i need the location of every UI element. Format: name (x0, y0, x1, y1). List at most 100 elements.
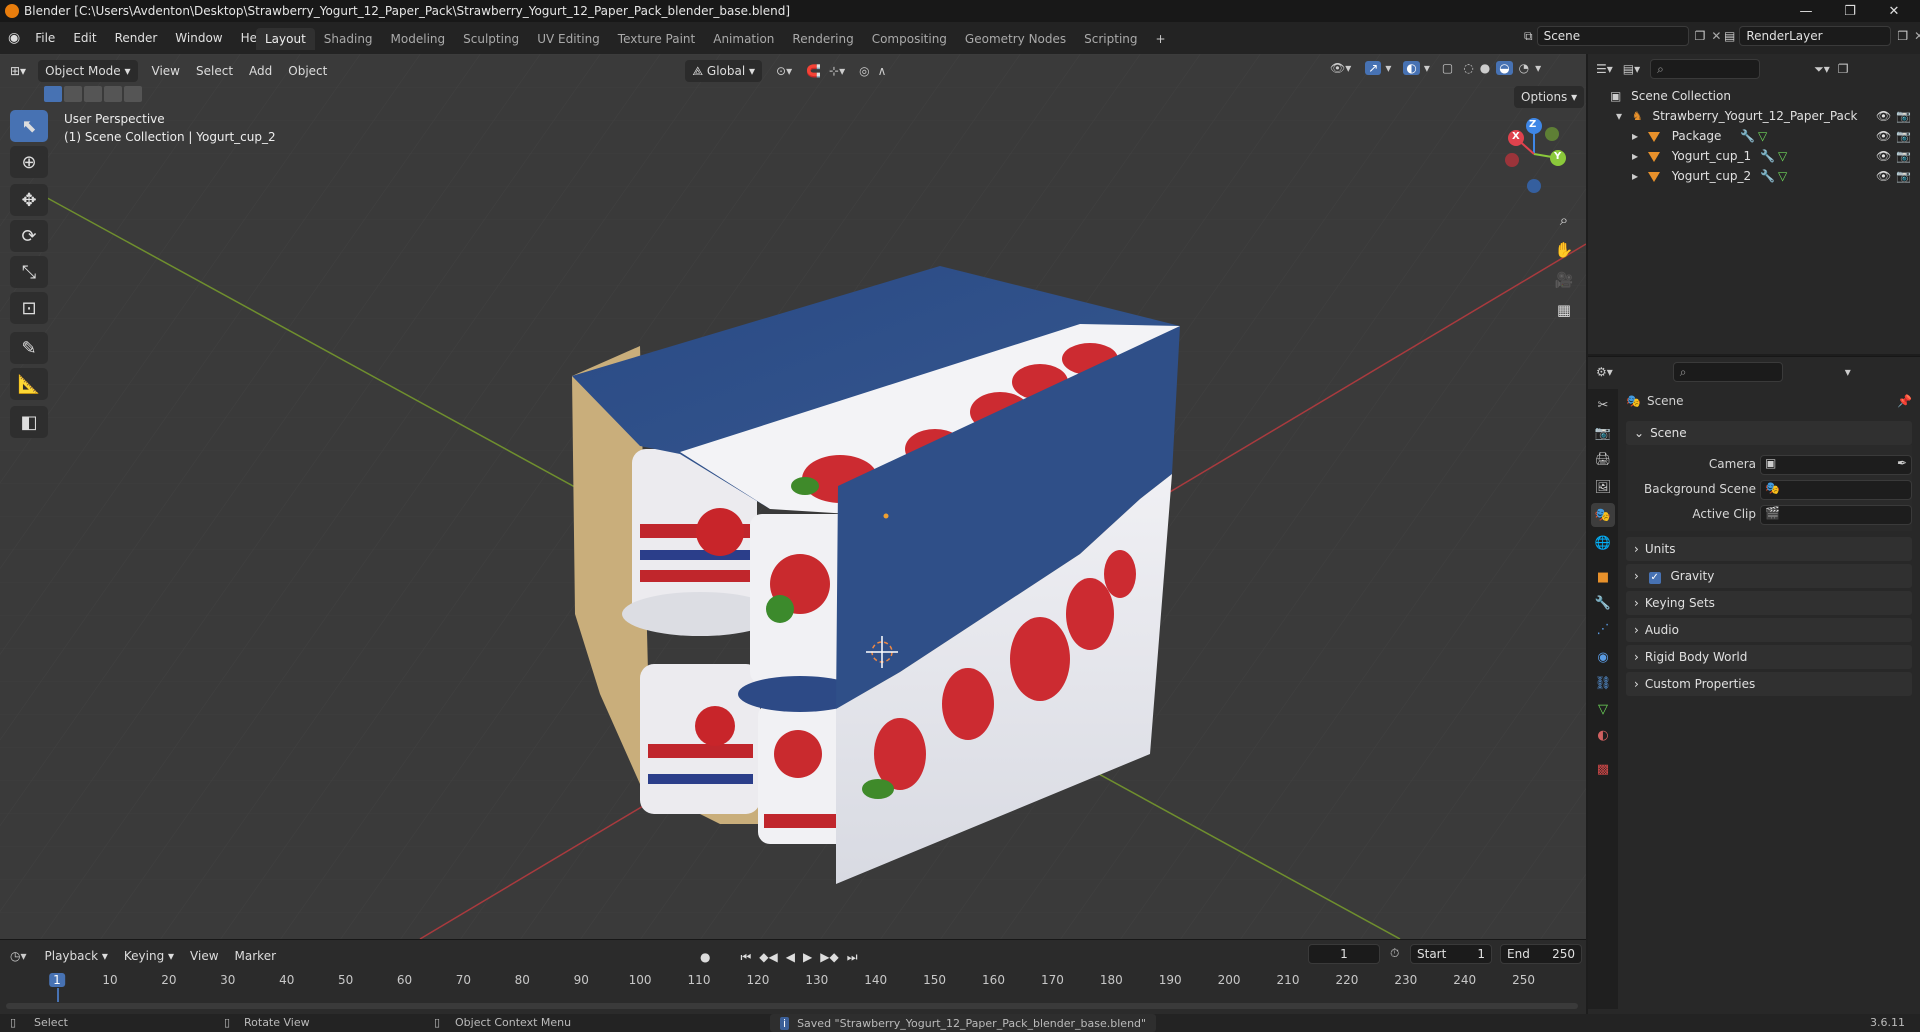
constraints-tab-icon[interactable]: ⛓ (1591, 671, 1615, 695)
modifier-wrench-icon[interactable]: 🔧 (1760, 146, 1775, 166)
wireframe-shading-icon[interactable]: ◌ (1463, 61, 1473, 75)
menu-render[interactable]: Render (106, 27, 167, 49)
measure-tool[interactable]: 📐 (10, 368, 48, 400)
new-scene-icon[interactable]: ❐ (1695, 29, 1706, 43)
units-panel-header[interactable]: › Units (1626, 537, 1912, 561)
viewport-menu-select[interactable]: Select (188, 60, 241, 82)
gravity-panel-header[interactable]: › ✓ Gravity (1626, 564, 1912, 588)
render-camera-icon[interactable]: 📷 (1896, 166, 1911, 186)
world-tab-icon[interactable]: 🌐 (1591, 531, 1615, 555)
display-mode-icon[interactable]: ▤▾ (1623, 62, 1640, 76)
gravity-checkbox[interactable]: ✓ (1648, 572, 1661, 584)
tab-modeling[interactable]: Modeling (382, 28, 455, 50)
tab-uv-editing[interactable]: UV Editing (528, 28, 609, 50)
properties-editor-type-icon[interactable]: ⚙▾ (1596, 365, 1613, 379)
move-tool[interactable]: ✥ (10, 184, 48, 216)
tab-animation[interactable]: Animation (704, 28, 783, 50)
viewport-menu-object[interactable]: Object (280, 60, 335, 82)
tool-tab-icon[interactable]: ✂ (1591, 393, 1615, 417)
add-cube-tool[interactable]: ◧ (10, 406, 48, 438)
xray-icon[interactable]: ▢ (1442, 61, 1453, 75)
blender-menu-icon[interactable]: ◉ (8, 30, 20, 46)
mode-dropdown[interactable]: Object Mode ▾ (38, 60, 138, 82)
render-tab-icon[interactable]: 📷 (1591, 421, 1615, 445)
menu-edit[interactable]: Edit (64, 27, 105, 49)
tab-geometry-nodes[interactable]: Geometry Nodes (956, 28, 1075, 50)
delete-render-layer-icon[interactable]: ✕ (1914, 29, 1920, 43)
tab-scripting[interactable]: Scripting (1075, 28, 1146, 50)
audio-panel-header[interactable]: › Audio (1626, 618, 1912, 642)
tab-rendering[interactable]: Rendering (783, 28, 862, 50)
outliner-editor-type-icon[interactable]: ☰▾ (1596, 62, 1613, 76)
expand-arrow-icon[interactable]: ▾ (1616, 109, 1622, 123)
select-new-icon[interactable] (44, 86, 62, 102)
scene-panel-header[interactable]: ⌄ Scene (1626, 421, 1912, 445)
tab-compositing[interactable]: Compositing (863, 28, 956, 50)
perspective-grid-icon[interactable]: ▦ (1550, 296, 1578, 324)
select-invert-icon[interactable] (104, 86, 122, 102)
shading-options-icon[interactable]: ▾ (1535, 61, 1541, 75)
pivot-icon[interactable]: ⊙▾ (776, 64, 792, 78)
object-tab-icon[interactable]: ■ (1591, 565, 1615, 589)
falloff-icon[interactable]: ∧ (878, 64, 887, 78)
outliner-scene-collection[interactable]: ▣ Scene Collection (1588, 86, 1920, 106)
modifier-wrench-icon[interactable]: 🔧 (1740, 126, 1755, 146)
visibility-icon[interactable]: 👁▾ (1330, 61, 1351, 75)
maximize-button[interactable]: ❐ (1830, 0, 1870, 22)
overlay-toggle-icon[interactable]: ◐ (1403, 61, 1420, 75)
active-clip-field[interactable]: 🎬 (1760, 505, 1912, 525)
snap-icon[interactable]: 🧲 (806, 64, 821, 78)
visibility-eye-icon[interactable]: 👁 (1876, 166, 1891, 186)
texture-tab-icon[interactable]: ▩ (1591, 757, 1615, 781)
rotate-tool[interactable]: ⟳ (10, 220, 48, 252)
output-tab-icon[interactable]: 🖨 (1591, 447, 1615, 471)
annotate-tool[interactable]: ✎ (10, 332, 48, 364)
menu-window[interactable]: Window (166, 27, 231, 49)
timeline-scrollbar[interactable] (6, 1003, 1578, 1009)
particles-tab-icon[interactable]: ⋰ (1591, 617, 1615, 641)
render-camera-icon[interactable]: 📷 (1896, 126, 1911, 146)
expand-arrow-icon[interactable]: ▸ (1632, 129, 1638, 143)
modifier-wrench-icon[interactable]: 🔧 (1760, 166, 1775, 186)
scene-field[interactable]: Scene (1536, 26, 1689, 46)
mesh-data-icon[interactable]: ▽ (1758, 126, 1767, 146)
scale-tool[interactable]: ⤡ (10, 256, 48, 288)
viewport-menu-add[interactable]: Add (241, 60, 280, 82)
render-camera-icon[interactable]: 📷 (1896, 146, 1911, 166)
viewport-canvas[interactable] (0, 54, 1586, 939)
tab-texture-paint[interactable]: Texture Paint (609, 28, 704, 50)
solid-shading-icon[interactable]: ● (1480, 61, 1490, 75)
snap-target-icon[interactable]: ⊹▾ (829, 64, 845, 78)
viewport-menu-view[interactable]: View (144, 60, 188, 82)
select-subtract-icon[interactable] (84, 86, 102, 102)
transform-orientation-dropdown[interactable]: ⟁ Global ▾ (685, 60, 763, 82)
tab-sculpting[interactable]: Sculpting (454, 28, 528, 50)
material-shading-icon[interactable]: ◒ (1496, 61, 1513, 75)
select-intersect-icon[interactable] (124, 86, 142, 102)
material-tab-icon[interactable]: ◐ (1591, 723, 1615, 747)
pin-icon[interactable]: 📌 (1897, 394, 1912, 408)
current-frame-marker[interactable]: 1 (49, 973, 65, 987)
pan-hand-icon[interactable]: ✋ (1550, 236, 1578, 264)
gizmo-toggle-icon[interactable]: ↗ (1365, 61, 1382, 75)
close-button[interactable]: ✕ (1874, 0, 1914, 22)
properties-search-input[interactable]: ⌕ (1672, 362, 1783, 382)
eyedropper-icon[interactable]: ✒ (1897, 456, 1907, 470)
add-workspace-button[interactable]: + (1147, 28, 1175, 50)
mesh-data-icon[interactable]: ▽ (1778, 166, 1787, 186)
outliner-object-package[interactable]: ▸ Package 🔧 ▽ 👁 📷 (1588, 126, 1920, 146)
new-render-layer-icon[interactable]: ❐ (1897, 29, 1908, 43)
tab-layout[interactable]: Layout (256, 28, 315, 50)
view-layer-tab-icon[interactable]: 🖼 (1591, 475, 1615, 499)
cursor-tool[interactable]: ⊕ (10, 146, 48, 178)
overlay-options-icon[interactable]: ▾ (1424, 61, 1430, 75)
scene-selector-icon[interactable]: ⧉ (1524, 29, 1533, 44)
render-layer-field[interactable]: RenderLayer (1739, 26, 1892, 46)
options-button[interactable]: Options ▾ (1514, 86, 1585, 108)
outliner-search-input[interactable]: ⌕ (1650, 59, 1761, 79)
keying-sets-panel-header[interactable]: › Keying Sets (1626, 591, 1912, 615)
modifier-tab-icon[interactable]: 🔧 (1591, 591, 1615, 615)
background-scene-field[interactable]: 🎭 (1760, 480, 1912, 500)
minimize-button[interactable]: — (1786, 0, 1826, 22)
data-tab-icon[interactable]: ▽ (1591, 697, 1615, 721)
